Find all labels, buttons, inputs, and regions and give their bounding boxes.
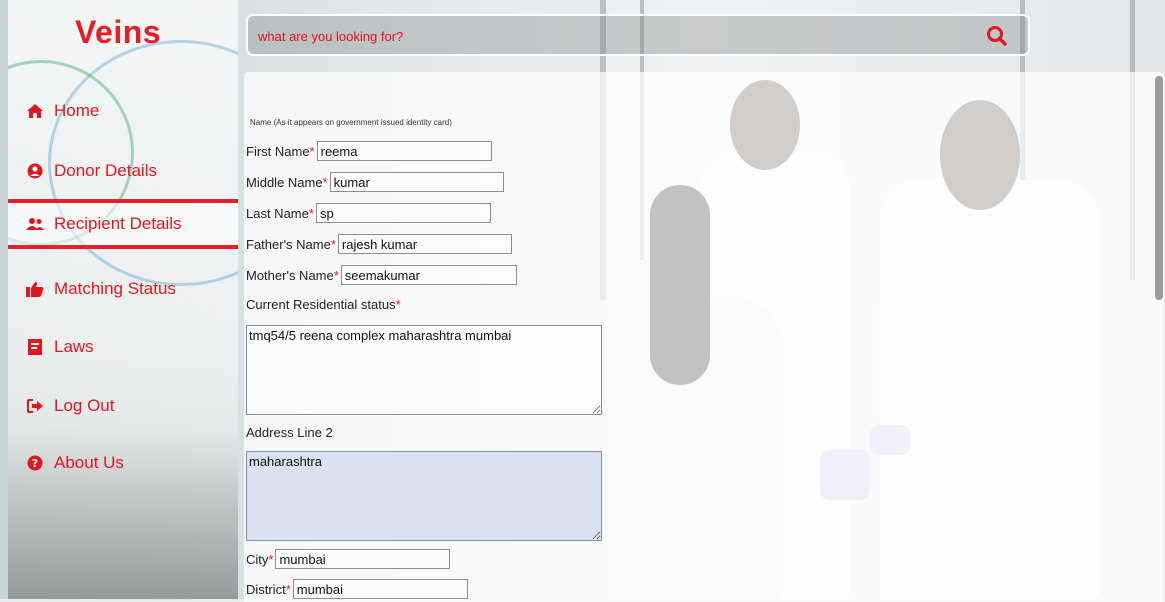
users-icon xyxy=(26,215,44,233)
mother-name-label: Mother's Name xyxy=(246,267,334,283)
required-mark: * xyxy=(309,143,315,159)
sidebar-item-log-out[interactable]: Log Out xyxy=(8,381,238,431)
scrollbar[interactable] xyxy=(1155,76,1163,300)
sidebar-item-matching-status[interactable]: Matching Status xyxy=(8,264,238,314)
required-mark: * xyxy=(395,297,401,312)
book-icon xyxy=(26,338,44,356)
required-mark: * xyxy=(308,205,314,221)
search-bar xyxy=(246,14,1030,56)
sidebar-item-label: Matching Status xyxy=(54,279,176,298)
svg-text:?: ? xyxy=(32,457,38,470)
district-row: District * xyxy=(246,579,468,599)
app-logo[interactable]: Veins xyxy=(8,14,228,51)
mother-name-field[interactable] xyxy=(340,265,517,285)
middle-name-row: Middle Name * xyxy=(246,172,504,192)
thumbs-up-icon xyxy=(26,280,44,298)
search-icon[interactable] xyxy=(986,25,1008,47)
sidebar-item-laws[interactable]: Laws xyxy=(8,322,238,372)
required-mark: * xyxy=(322,174,328,190)
residential-status-textarea[interactable]: tmq54/5 reena complex maharashtra mumbai xyxy=(246,325,602,415)
father-name-field[interactable] xyxy=(337,234,512,254)
city-row: City * xyxy=(246,549,451,569)
sidebar-item-recipient-details[interactable]: Recipient Details xyxy=(8,199,238,249)
name-caption: Name (As it appears on government issued… xyxy=(250,118,452,127)
sidebar-item-donor-details[interactable]: Donor Details xyxy=(8,146,238,196)
middle-name-label: Middle Name xyxy=(246,174,323,190)
district-label: District xyxy=(246,581,286,597)
first-name-row: First Name * xyxy=(246,141,492,161)
first-name-field[interactable] xyxy=(316,141,492,161)
middle-name-field[interactable] xyxy=(329,172,504,192)
city-field[interactable] xyxy=(275,549,451,569)
required-mark: * xyxy=(333,267,339,283)
sidebar-item-label: Laws xyxy=(54,337,94,356)
sidebar-item-label: Log Out xyxy=(54,396,115,415)
search-input[interactable] xyxy=(256,22,980,50)
last-name-row: Last Name * xyxy=(246,203,491,223)
last-name-field[interactable] xyxy=(315,203,491,223)
first-name-label: First Name xyxy=(246,143,310,159)
address-line-2-textarea[interactable]: maharashtra xyxy=(246,451,602,541)
father-name-label: Father's Name xyxy=(246,236,331,252)
district-field[interactable] xyxy=(292,579,468,599)
question-circle-icon: ? xyxy=(26,454,44,472)
sidebar-item-label: Recipient Details xyxy=(54,214,182,233)
sidebar-item-label: Home xyxy=(54,101,100,120)
sidebar-item-about-us[interactable]: ? About Us xyxy=(8,438,238,488)
required-mark: * xyxy=(268,551,274,567)
required-mark: * xyxy=(330,236,336,252)
user-circle-icon xyxy=(26,162,44,180)
residential-status-label-wrap: Current Residential status* xyxy=(246,297,401,312)
sidebar-item-label: About Us xyxy=(54,453,124,472)
sidebar-item-home[interactable]: Home xyxy=(8,86,238,136)
sidebar: Veins Home Donor Details Recipient Detai… xyxy=(8,0,238,599)
address-line-2-label: Address Line 2 xyxy=(246,425,333,440)
required-mark: * xyxy=(285,581,291,597)
sign-out-icon xyxy=(26,397,44,415)
sidebar-item-label: Donor Details xyxy=(54,161,157,180)
last-name-label: Last Name xyxy=(246,205,309,221)
city-label: City xyxy=(246,551,269,567)
residential-status-label: Current Residential status xyxy=(246,297,396,312)
home-icon xyxy=(26,102,44,120)
mother-name-row: Mother's Name * xyxy=(246,265,517,285)
father-name-row: Father's Name * xyxy=(246,234,512,254)
